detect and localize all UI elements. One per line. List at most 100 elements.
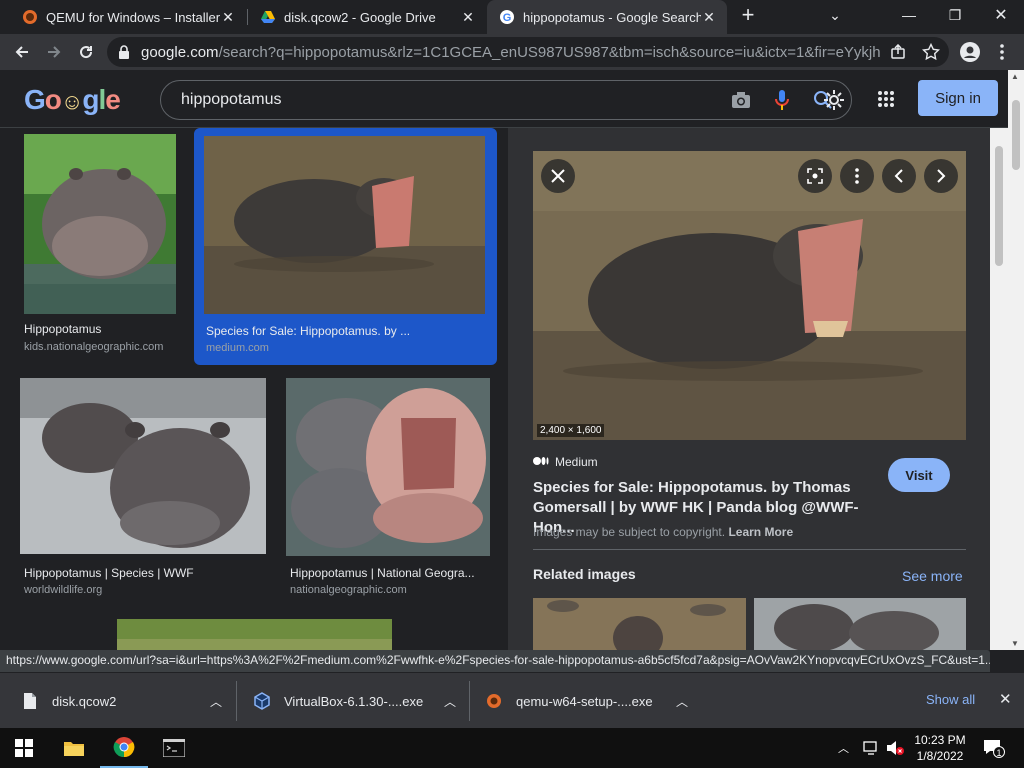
restore-button[interactable]: ❐	[932, 0, 978, 30]
tab-drive[interactable]: disk.qcow2 - Google Drive ✕	[248, 0, 486, 34]
camera-search-icon[interactable]	[731, 91, 751, 109]
download-item[interactable]: VirtualBox-6.1.30-....exe ︿	[254, 673, 468, 729]
visit-button[interactable]: Visit	[888, 458, 950, 492]
preview-site-name[interactable]: Medium	[555, 455, 598, 469]
search-query[interactable]: hippopotamus	[181, 91, 282, 109]
system-clock[interactable]: 10:23 PM 1/8/2022	[912, 732, 968, 764]
download-filename: disk.qcow2	[52, 693, 117, 709]
google-doodle-logo[interactable]: Go☺gle	[24, 84, 121, 116]
search-inside-image-button[interactable]	[798, 159, 832, 193]
scrollbar-thumb[interactable]	[995, 146, 1003, 266]
google-g-icon: G	[500, 10, 514, 24]
result-source: nationalgeographic.com	[290, 584, 407, 596]
browser-toolbar: google.com/search?q=hippopotamus&rlz=1C1…	[0, 34, 1024, 70]
scrollbar-thumb[interactable]	[1012, 100, 1020, 170]
close-downloads-bar-icon[interactable]: ✕	[999, 690, 1012, 708]
copyright-notice: Images may be subject to copyright. Lear…	[533, 525, 793, 539]
result-title: Species for Sale: Hippopotamus. by ...	[206, 324, 411, 338]
copyright-text: Images may be subject to copyright.	[533, 525, 726, 539]
page-scrollbar[interactable]: ▼ ▲	[1008, 70, 1024, 650]
result-thumbnail-image[interactable]	[24, 134, 176, 314]
close-tab-icon[interactable]: ✕	[220, 9, 236, 26]
reload-button[interactable]	[72, 38, 100, 66]
qemu-favicon-icon	[23, 10, 37, 24]
address-bar[interactable]: google.com/search?q=hippopotamus&rlz=1C1…	[107, 37, 949, 67]
action-center-button[interactable]: 1	[982, 738, 1005, 758]
close-tab-icon[interactable]: ✕	[701, 9, 717, 26]
chrome-taskbar-button[interactable]	[100, 728, 148, 768]
result-title: Hippopotamus | Species | WWF	[24, 566, 194, 580]
notification-count-badge: 1	[993, 746, 1005, 758]
bookmark-star-icon[interactable]	[922, 43, 940, 61]
settings-gear-icon[interactable]	[822, 88, 846, 112]
tab-title: QEMU for Windows – Installers (6	[46, 9, 220, 25]
close-tab-icon[interactable]: ✕	[460, 9, 476, 26]
result-thumbnail-image[interactable]	[117, 619, 392, 650]
show-all-downloads-link[interactable]: Show all	[926, 692, 975, 707]
download-divider	[236, 681, 237, 721]
see-more-link[interactable]: See more	[902, 568, 963, 584]
close-preview-button[interactable]	[541, 159, 575, 193]
share-icon[interactable]	[890, 44, 906, 60]
divider	[533, 549, 966, 550]
sign-in-button[interactable]: Sign in	[918, 80, 998, 116]
result-thumbnail-image[interactable]	[204, 136, 485, 314]
tab-google-search[interactable]: G hippopotamus - Google Search ✕	[487, 0, 727, 34]
chevron-up-icon[interactable]: ︿	[676, 693, 688, 710]
file-icon	[24, 693, 36, 709]
google-apps-grid-icon[interactable]	[877, 90, 895, 108]
scroll-down-arrow-icon[interactable]: ▼	[1011, 639, 1019, 648]
image-result-card[interactable]: Hippopotamus | Species | WWF worldwildli…	[20, 378, 266, 603]
reload-icon	[80, 46, 93, 59]
file-explorer-taskbar-button[interactable]	[50, 728, 98, 768]
search-box[interactable]: hippopotamus	[160, 80, 852, 120]
microphone-icon[interactable]	[775, 89, 789, 111]
profile-button[interactable]	[956, 38, 984, 66]
tab-search-chevron-icon[interactable]: ⌄	[812, 0, 858, 30]
close-window-button[interactable]: ✕	[978, 0, 1024, 30]
image-results-grid: Hippopotamus kids.nationalgeographic.com…	[0, 128, 508, 650]
scroll-up-arrow-icon[interactable]: ▲	[1011, 72, 1019, 81]
svg-text:G: G	[503, 12, 512, 24]
forward-button[interactable]	[40, 38, 68, 66]
chevron-up-icon[interactable]: ︿	[210, 693, 222, 710]
related-image-thumbnail[interactable]	[754, 598, 966, 650]
previous-image-button[interactable]	[882, 159, 916, 193]
volume-muted-icon[interactable]	[886, 740, 904, 756]
lens-icon	[807, 168, 823, 184]
preview-title-line: Species for Sale: Hippopotamus. by Thoma…	[533, 479, 851, 496]
download-item[interactable]: qemu-w64-setup-....exe ︿	[486, 673, 700, 729]
close-icon	[551, 169, 565, 183]
chevron-up-icon[interactable]: ︿	[444, 693, 456, 710]
learn-more-link[interactable]: Learn More	[728, 525, 793, 539]
preview-image[interactable]	[533, 151, 966, 440]
google-drive-icon	[261, 11, 275, 23]
url-text: google.com/search?q=hippopotamus&rlz=1C1…	[141, 44, 881, 61]
network-icon[interactable]	[863, 741, 881, 755]
terminal-taskbar-button[interactable]	[150, 728, 198, 768]
more-options-button[interactable]	[840, 159, 874, 193]
show-hidden-icons-chevron-icon[interactable]: ︿	[838, 740, 849, 756]
result-thumbnail-image[interactable]	[286, 378, 490, 556]
qemu-installer-icon	[487, 694, 501, 708]
minimize-button[interactable]: —	[886, 0, 932, 30]
image-result-card[interactable]: Hippopotamus | National Geogra... nation…	[286, 378, 490, 603]
chevron-left-icon	[894, 169, 903, 183]
clock-time: 10:23 PM	[914, 733, 966, 747]
related-image-thumbnail[interactable]	[533, 598, 746, 650]
folder-icon	[64, 742, 84, 756]
tab-title: disk.qcow2 - Google Drive	[284, 9, 436, 25]
new-tab-button[interactable]: +	[728, 0, 768, 30]
chrome-menu-button[interactable]	[988, 38, 1016, 66]
result-thumbnail-image[interactable]	[20, 378, 266, 554]
download-item[interactable]: disk.qcow2 ︿	[22, 673, 234, 729]
next-image-button[interactable]	[924, 159, 958, 193]
image-result-card[interactable]: Hippopotamus kids.nationalgeographic.com	[24, 134, 176, 364]
google-header: Go☺gle hippopotamus Sign in	[0, 70, 1008, 128]
start-button[interactable]	[0, 728, 48, 768]
tab-qemu[interactable]: QEMU for Windows – Installers (6 ✕	[10, 0, 246, 34]
profile-avatar-icon	[960, 42, 980, 62]
image-result-card-selected[interactable]: Species for Sale: Hippopotamus. by ... m…	[194, 128, 497, 365]
back-button[interactable]	[8, 38, 36, 66]
preview-scrollbar[interactable]	[990, 128, 1008, 650]
